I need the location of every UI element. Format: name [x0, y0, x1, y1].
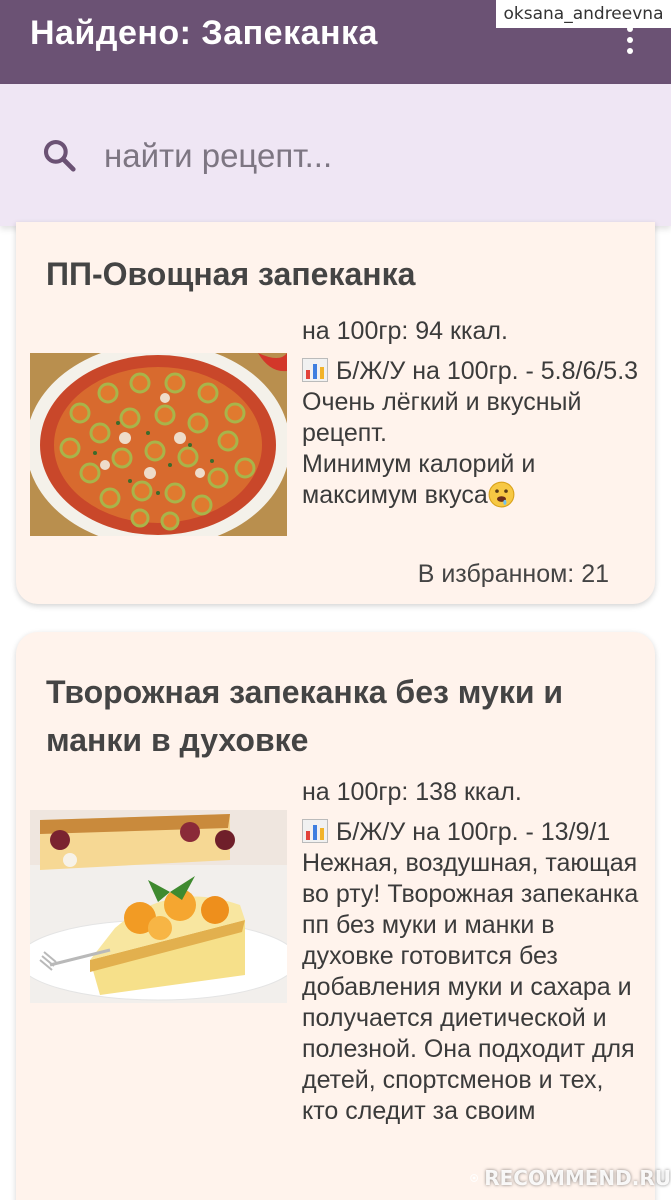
recipe-bju: Б/Ж/У на 100гр. - 5.8/6/5.3	[302, 356, 642, 387]
bar-chart-icon	[302, 358, 328, 382]
watermark-site: RECOMMEND.RU	[470, 1156, 671, 1200]
recipe-kcal: на 100гр: 138 ккал.	[302, 778, 522, 806]
recipe-bju: Б/Ж/У на 100гр. - 13/9/1	[302, 817, 642, 848]
recipe-description-2: Минимум калорий и максимум вкуса	[302, 449, 642, 511]
bar-chart-icon	[302, 819, 328, 843]
recipe-kcal: на 100гр: 94 ккал.	[302, 317, 508, 345]
recipe-description: Нежная, воздушная, тающая во рту! Творож…	[302, 849, 639, 1125]
search-icon[interactable]	[40, 136, 78, 174]
recipe-title: Творожная запеканка без муки и манки в д…	[46, 674, 564, 758]
watermark-site-text: RECOMMEND.RU	[484, 1166, 671, 1190]
recipe-image	[30, 810, 287, 1003]
recipe-title: ПП-Овощная запеканка	[46, 256, 416, 292]
recipe-description: Очень лёгкий и вкусный рецепт.	[302, 388, 582, 447]
recipe-card[interactable]: ПП-Овощная запеканка на 100гр: 94 ккал. …	[16, 222, 655, 604]
recipe-card[interactable]: Творожная запеканка без муки и манки в д…	[16, 632, 655, 1200]
watermark-username: oksana_andreevna	[496, 0, 671, 28]
search-bar	[0, 84, 671, 226]
drooling-face-icon	[488, 481, 515, 508]
recipe-info: на 100гр: 94 ккал. Б/Ж/У на 100гр. - 5.8…	[302, 316, 642, 511]
search-input[interactable]	[104, 132, 624, 180]
recipe-info: на 100гр: 138 ккал. Б/Ж/У на 100гр. - 13…	[302, 777, 642, 1127]
recommend-logo-icon	[470, 1174, 478, 1182]
page-title: Найдено: Запеканка	[30, 14, 378, 52]
recipe-bju-text: Б/Ж/У на 100гр. - 5.8/6/5.3	[336, 357, 639, 385]
favorites-count: В избранном: 21	[417, 560, 609, 588]
recipe-image	[30, 353, 287, 536]
recipe-bju-text: Б/Ж/У на 100гр. - 13/9/1	[336, 818, 611, 846]
